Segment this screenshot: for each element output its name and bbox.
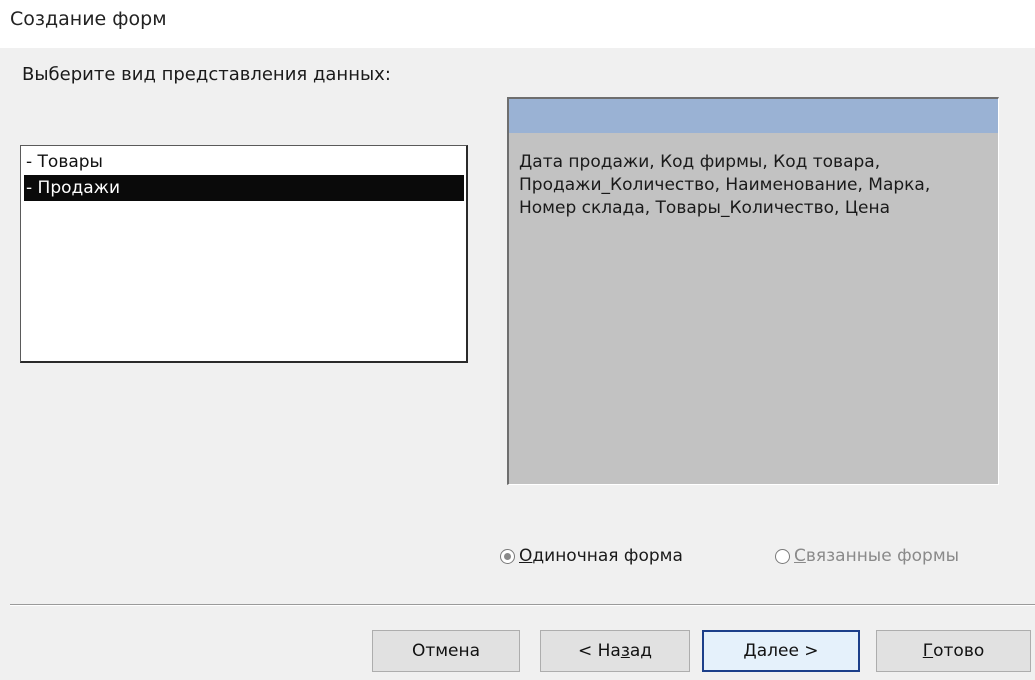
separator-line [10, 604, 1035, 606]
next-button[interactable]: Далее > [702, 630, 860, 672]
preview-header-bar [509, 99, 998, 133]
linked-forms-option[interactable]: Связанные формы [775, 544, 959, 568]
title-bar: Создание форм [0, 0, 1035, 48]
list-item-tovary[interactable]: - Товары [24, 149, 103, 175]
finish-button[interactable]: Готово [876, 630, 1031, 672]
finish-button-label: Готово [922, 641, 985, 661]
form-preview-pane: Дата продажи, Код фирмы, Код товара, Про… [507, 97, 999, 485]
view-prompt-label: Выберите вид представления данных: [22, 64, 391, 85]
preview-fields-text: Дата продажи, Код фирмы, Код товара, Про… [519, 152, 931, 218]
single-form-radio-icon[interactable] [500, 548, 515, 564]
back-button[interactable]: < Назад [540, 630, 690, 672]
cancel-button[interactable]: Отмена [372, 630, 520, 672]
back-button-label: < Назад [577, 641, 653, 661]
single-form-label: Одиночная форма [519, 546, 683, 566]
linked-forms-label: Связанные формы [794, 546, 960, 566]
list-item-prodazhi[interactable]: - Продажи [24, 175, 464, 201]
next-button-label: Далее > [743, 641, 819, 661]
data-view-listbox[interactable]: - Товары - Продажи [20, 145, 468, 363]
window-title: Создание форм [10, 8, 167, 30]
linked-forms-radio-icon[interactable] [775, 548, 790, 564]
single-form-option[interactable]: Одиночная форма [500, 544, 683, 568]
